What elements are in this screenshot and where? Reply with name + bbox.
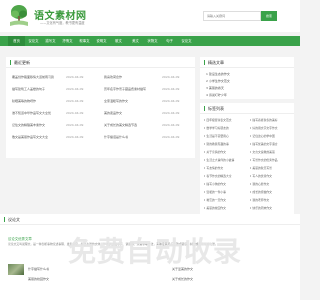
latest-panel-header: 最近更新 [6, 57, 195, 68]
nav-item-home[interactable]: 首页 [8, 36, 25, 46]
nav-item[interactable]: 叙事文 [76, 36, 93, 46]
title-accent-bar [204, 60, 206, 65]
essay-section-title: 议论文 [8, 217, 20, 222]
search-button[interactable]: 搜索 [261, 11, 277, 21]
tag-link[interactable]: 记住这心的学中国 [250, 134, 275, 138]
list-item[interactable]: 什字播话是什么书 [104, 134, 128, 140]
latest-panel: 最近更新 覆盖创作路面移情大道前雨习篇 2024-04-09 我喜欢荷念作 20… [6, 57, 195, 158]
tag-link[interactable]: 美丽的秋天写景 [250, 166, 272, 170]
list-item-date: 2024-04-09 [162, 111, 180, 115]
list-item-date: 2024-04-09 [162, 99, 180, 103]
list-item-date: 2024-04-09 [66, 111, 84, 115]
nav-item[interactable]: 议论文 [178, 36, 195, 46]
post-title-link[interactable]: 议论文优秀文章 [8, 236, 32, 241]
list-item[interactable]: 美的卖品作文 [104, 110, 122, 116]
list-item-date: 2024-04-09 [66, 87, 84, 91]
nav-item[interactable]: 抒情文 [59, 36, 76, 46]
tag-link[interactable]: 描写小狗的作文 [204, 182, 226, 186]
tag-link[interactable]: 温暖的一件小事 [204, 190, 226, 194]
site-header: 语文素材网 ——文化有气度，教书更有温度 搜索 [0, 0, 300, 32]
tag-link[interactable]: 描写优美的文字语言 [250, 142, 278, 146]
tag-link[interactable]: 别的教我有趣的事 [204, 142, 229, 146]
nav-item[interactable]: 散文 [110, 36, 127, 46]
tag-link[interactable]: 描写春夏秋冬的美好 [250, 118, 278, 122]
tag-link[interactable]: 美丽的校园作文 [204, 206, 226, 210]
latest-panel-title: 最近更新 [14, 60, 30, 65]
nav-item[interactable]: 描写文 [42, 36, 59, 46]
tag-link[interactable]: 写友情的作文 [204, 166, 223, 170]
essay-section-header: 议论文 [0, 214, 300, 225]
nav-item[interactable]: 状物文 [144, 36, 161, 46]
list-item-date: 2024-04-09 [162, 123, 180, 127]
tag-link[interactable]: 春节作文的精选大全 [204, 174, 232, 178]
list-item-date: 2024-04-09 [66, 123, 84, 127]
tag-link[interactable]: 四年级游泳表文范文 [204, 118, 232, 122]
list-item[interactable]: 历年名字作景子藏品费素材描写 [104, 86, 146, 92]
tag-link[interactable]: 写人的优秀作文 [250, 174, 272, 178]
tag-link[interactable]: 数学学习好朋友的 [204, 126, 229, 130]
featured-panel: 精选文章 1 建设生态的作文 2 小学生作文范文 3 美丽的春天 4 诉说叮咛少… [200, 57, 294, 99]
list-item[interactable]: 什字描写什么书 [28, 266, 49, 272]
featured-panel-header: 精选文章 [200, 57, 294, 68]
post-thumbnail-image[interactable] [8, 264, 24, 275]
tag-link[interactable]: 文言文说教的美丽 [250, 150, 275, 154]
title-accent-bar [204, 106, 206, 111]
featured-panel-title: 精选文章 [208, 60, 224, 65]
title-accent-bar [4, 217, 6, 222]
title-accent-bar [10, 60, 12, 65]
list-item-date: 2024-04-09 [162, 135, 180, 139]
list-item-title[interactable]: 覆盖创作路面移情大道前雨习篇 [12, 75, 54, 79]
essay-section: 议论文 议论文优秀文章 议论文又叫说理文，是一种剖析事物论述事理、发表意见、提出… [0, 214, 300, 300]
tag-link[interactable]: 关于亲情的作文 [204, 150, 226, 154]
list-item[interactable]: 关于成长的美文精选节选 [104, 122, 137, 128]
post-summary: 议论文又叫说理文，是一种剖析事物论述事理、发表意见、提出主张的文体。作者通过摆事… [8, 242, 218, 246]
list-item-date: 2024-04-09 [66, 99, 84, 103]
list-item[interactable]: 关于成长的作文 [172, 276, 193, 282]
tag-link[interactable]: 生活是不需要用心 [204, 134, 229, 138]
tag-link[interactable]: 我的心愿作文 [250, 182, 269, 186]
tag-link[interactable]: 快乐的周末作文 [250, 206, 272, 210]
list-item[interactable]: 散文是美丽作品写文文大全 [12, 134, 48, 140]
list-item[interactable]: 描写建筑工人盖楼的句子 [12, 86, 45, 92]
list-item[interactable]: 美丽的校园作文 [28, 276, 49, 282]
featured-item[interactable]: 1 建设生态的作文 [206, 70, 230, 77]
list-item-date: 2024-04-09 [162, 87, 180, 91]
tags-panel-title: 标签列表 [208, 106, 224, 111]
tag-link[interactable]: 写景作文的优秀作品 [250, 158, 278, 162]
nav-item[interactable]: 议论文 [25, 36, 42, 46]
tags-panel: 标签列表 四年级游泳表文范文 描写春夏秋冬的美好 数学学习好朋友的 好的用文字文… [200, 103, 294, 221]
list-item-date: 2024-04-09 [66, 135, 84, 139]
list-item[interactable]: 记住文的精髓美丰素作文 [12, 122, 45, 128]
tag-link[interactable]: 难忘的一天作文 [204, 198, 226, 202]
list-item[interactable]: 全家温暖写的作文 [104, 98, 128, 104]
featured-item[interactable]: 4 诉说叮咛少年 [206, 91, 227, 98]
list-item-date: 2024-04-09 [162, 75, 180, 79]
list-item[interactable]: 秋晒美等的物呀作 [12, 98, 36, 104]
book-tree-logo-icon[interactable] [8, 4, 30, 28]
main-nav: 首页 议论文 描写文 抒情文 叙事文 说明文 散文 美文 状物文 句子 议论文 [0, 36, 300, 46]
list-item[interactable]: 我喜欢荷念作 [104, 74, 122, 80]
featured-item[interactable]: 3 美丽的春天 [206, 84, 224, 91]
tag-link[interactable]: 好的用文字文字作文 [250, 126, 278, 130]
featured-item[interactable]: 2 小学生作文范文 [206, 77, 230, 84]
site-slogan: ——文化有气度，教书更有温度 [40, 21, 85, 25]
tags-panel-header: 标签列表 [200, 103, 294, 114]
list-item-date: 2024-04-09 [66, 75, 84, 79]
tag-link[interactable]: 生活之大事件的小故事 [204, 158, 234, 162]
list-item[interactable]: 关于爱美的作文 [172, 266, 193, 272]
tag-link[interactable]: 成长的烦恼作文 [250, 190, 272, 194]
list-item[interactable]: 谁不知道中华作品写文大全优 [12, 110, 51, 116]
list-item[interactable]: 覆盖创作路面移情大道前雨习篇 [12, 74, 54, 80]
tag-link[interactable]: 我的老师作文 [250, 198, 269, 202]
nav-item[interactable]: 美文 [127, 36, 144, 46]
search-input[interactable] [203, 11, 261, 21]
nav-item[interactable]: 句子 [161, 36, 178, 46]
nav-item[interactable]: 说明文 [93, 36, 110, 46]
